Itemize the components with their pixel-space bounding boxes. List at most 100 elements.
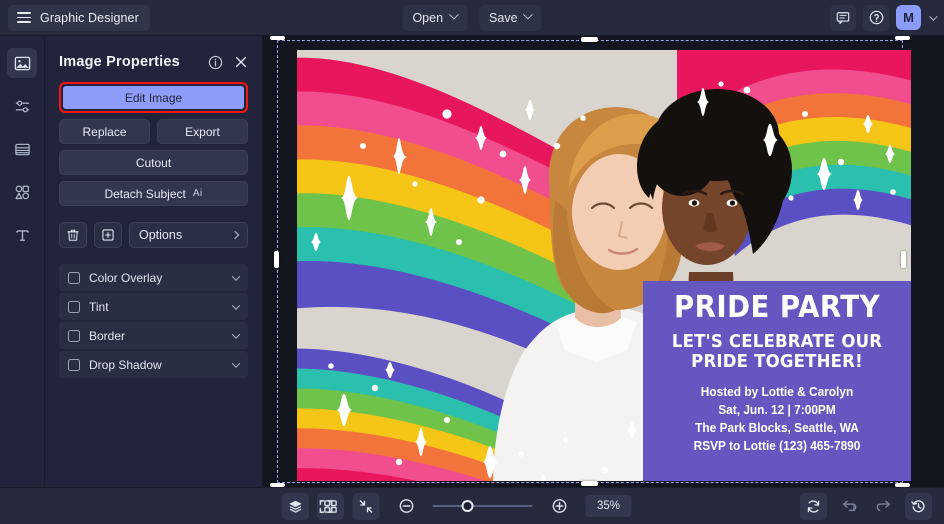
poster-detail-host: Hosted by Lottie & Carolyn — [650, 384, 905, 402]
effect-row-tint[interactable]: Tint — [59, 293, 248, 320]
replace-button[interactable]: Replace — [59, 119, 150, 144]
poster-subtitle-line1: LET'S CELEBRATE OUR — [654, 332, 901, 352]
open-menu-button[interactable]: Open — [402, 5, 467, 31]
resize-handle-right[interactable] — [901, 251, 906, 268]
comment-icon — [836, 11, 850, 25]
layers-stack-icon — [288, 499, 303, 514]
chevron-down-icon[interactable] — [232, 359, 240, 367]
chevron-down-icon — [449, 10, 459, 20]
zoom-out-button[interactable] — [393, 493, 420, 520]
chevron-down-icon[interactable] — [232, 330, 240, 338]
fit-screen-button[interactable] — [353, 493, 380, 520]
layers-table-icon — [14, 141, 31, 158]
shapes-icon — [14, 184, 31, 201]
color-overlay-checkbox[interactable] — [68, 272, 80, 284]
fit-screen-icon — [359, 499, 374, 514]
fullscreen-button[interactable] — [313, 493, 340, 520]
info-icon — [208, 55, 223, 70]
chevron-down-icon[interactable] — [232, 272, 240, 280]
invite-block[interactable]: PRIDE PARTY LET'S CELEBRATE OUR PRIDE TO… — [643, 281, 911, 481]
selection-frame[interactable]: PRIDE PARTY LET'S CELEBRATE OUR PRIDE TO… — [277, 40, 903, 483]
app-root: Graphic Designer Open Save — [0, 0, 944, 524]
panel-header-actions — [208, 55, 248, 70]
history-button[interactable] — [905, 493, 932, 520]
fullscreen-icon — [319, 499, 334, 514]
help-button[interactable] — [863, 5, 889, 31]
text-t-icon — [14, 227, 31, 244]
tint-checkbox[interactable] — [68, 301, 80, 313]
zoom-slider[interactable] — [433, 505, 533, 507]
poster-detail-rsvp: RSVP to Lottie (123) 465-7890 — [650, 438, 905, 456]
drop-shadow-checkbox[interactable] — [68, 359, 80, 371]
detach-subject-button[interactable]: Detach Subject Ai — [59, 181, 248, 206]
open-label: Open — [412, 11, 443, 25]
zoom-out-icon — [398, 498, 414, 514]
export-button[interactable]: Export — [157, 119, 248, 144]
hamburger-icon — [17, 12, 31, 23]
poster-artwork[interactable]: PRIDE PARTY LET'S CELEBRATE OUR PRIDE TO… — [297, 50, 911, 481]
app-menu-button[interactable]: Graphic Designer — [8, 5, 150, 31]
effects-list: Color Overlay Tint Border Drop Shadow — [59, 264, 248, 378]
chevron-down-icon — [523, 10, 533, 20]
poster-subtitle-line2: PRIDE TOGETHER! — [654, 352, 901, 372]
poster-title: PRIDE PARTY — [654, 293, 901, 323]
effect-row-color-overlay[interactable]: Color Overlay — [59, 264, 248, 291]
poster-details: Hosted by Lottie & Carolyn Sat, Jun. 12 … — [650, 384, 905, 455]
tool-rail — [0, 36, 45, 487]
sidebar-item-text[interactable] — [7, 220, 37, 250]
resize-handle-left[interactable] — [274, 251, 279, 268]
sidebar-item-adjust[interactable] — [7, 91, 37, 121]
image-properties-panel: Image Properties — [45, 36, 263, 487]
close-icon — [234, 55, 248, 69]
save-menu-button[interactable]: Save — [479, 5, 542, 31]
zoom-controls: 35% — [313, 493, 632, 520]
comment-button[interactable] — [830, 5, 856, 31]
duplicate-button[interactable] — [94, 222, 122, 248]
resize-handle-bottom[interactable] — [581, 481, 598, 486]
app-title: Graphic Designer — [40, 11, 139, 25]
refresh-icon — [806, 499, 821, 514]
poster-detail-location: The Park Blocks, Seattle, WA — [650, 420, 905, 438]
top-bar-right: M — [830, 5, 944, 31]
effect-row-border[interactable]: Border — [59, 322, 248, 349]
top-bar-center: Open Save — [402, 5, 541, 31]
poster-detail-datetime: Sat, Jun. 12 | 7:00PM — [650, 402, 905, 420]
save-label: Save — [489, 11, 518, 25]
chevron-down-icon[interactable] — [232, 301, 240, 309]
reset-button[interactable] — [800, 493, 827, 520]
sidebar-item-layers[interactable] — [7, 134, 37, 164]
effect-row-drop-shadow[interactable]: Drop Shadow — [59, 351, 248, 378]
layers-button[interactable] — [282, 493, 309, 520]
border-checkbox[interactable] — [68, 330, 80, 342]
resize-handle-top-right[interactable] — [895, 36, 910, 40]
bottom-bar-right — [800, 493, 944, 520]
account-chevron-down-icon[interactable] — [929, 12, 937, 20]
zoom-in-button[interactable] — [546, 493, 573, 520]
panel-header: Image Properties — [59, 36, 248, 82]
info-button[interactable] — [208, 55, 223, 70]
undo-icon — [841, 498, 857, 514]
options-button[interactable]: Options — [129, 222, 248, 248]
effect-label: Border — [89, 329, 125, 343]
resize-handle-top[interactable] — [581, 37, 598, 42]
close-button[interactable] — [234, 55, 248, 69]
chevron-right-icon — [231, 231, 239, 239]
sidebar-item-shapes[interactable] — [7, 177, 37, 207]
zoom-level-value[interactable]: 35% — [586, 495, 632, 517]
sliders-icon — [14, 98, 31, 115]
edit-image-button[interactable]: Edit Image — [63, 86, 244, 109]
resize-handle-top-left[interactable] — [270, 36, 285, 40]
canvas-area[interactable]: PRIDE PARTY LET'S CELEBRATE OUR PRIDE TO… — [263, 36, 944, 487]
user-avatar[interactable]: M — [896, 5, 921, 30]
page-title: Image Properties — [59, 54, 180, 70]
zoom-slider-handle[interactable] — [462, 500, 474, 512]
top-bar: Graphic Designer Open Save — [0, 0, 944, 36]
undo-button[interactable] — [835, 493, 862, 520]
cutout-button[interactable]: Cutout — [59, 150, 248, 175]
delete-button[interactable] — [59, 222, 87, 248]
sidebar-item-image[interactable] — [7, 48, 37, 78]
top-bar-left: Graphic Designer — [0, 5, 150, 31]
redo-button[interactable] — [870, 493, 897, 520]
image-icon — [14, 55, 31, 72]
ai-badge: Ai — [193, 188, 203, 199]
